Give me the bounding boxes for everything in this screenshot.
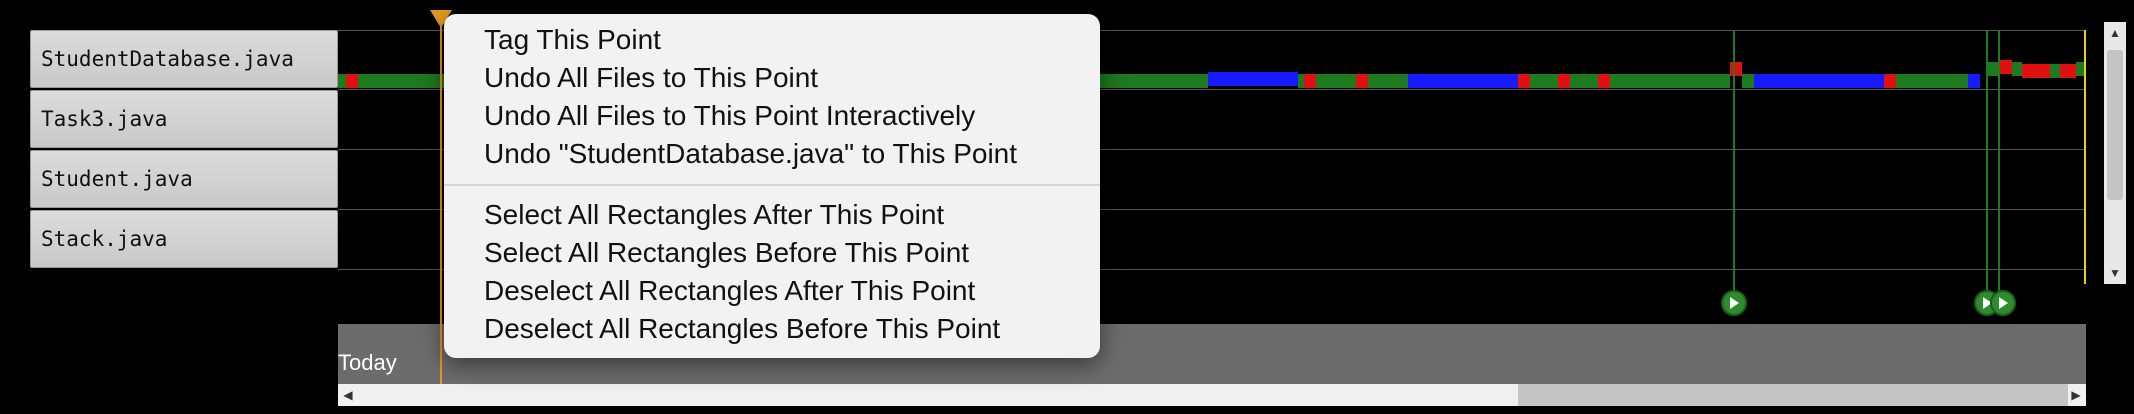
edit-rectangle[interactable] bbox=[1598, 74, 1610, 88]
edit-rectangle[interactable] bbox=[2022, 64, 2050, 78]
play-icon[interactable] bbox=[1990, 290, 2016, 316]
arrow-down-icon[interactable]: ▼ bbox=[2104, 262, 2126, 284]
edit-rectangle[interactable] bbox=[2060, 64, 2076, 78]
edit-rectangle[interactable] bbox=[1518, 74, 1530, 88]
scroll-thumb[interactable] bbox=[1518, 384, 2068, 406]
edit-rectangle[interactable] bbox=[2050, 64, 2060, 78]
tag-line bbox=[1986, 30, 1988, 310]
edit-rectangle[interactable] bbox=[1356, 74, 1368, 88]
menu-item-undo-file[interactable]: Undo "StudentDatabase.java" to This Poin… bbox=[484, 135, 1017, 173]
menu-item-tag-point[interactable]: Tag This Point bbox=[484, 21, 661, 59]
file-row-student[interactable]: Student.java bbox=[30, 150, 338, 208]
edit-rectangle[interactable] bbox=[346, 74, 358, 88]
arrow-up-icon[interactable]: ▲ bbox=[2104, 22, 2126, 44]
menu-item-undo-all-files[interactable]: Undo All Files to This Point bbox=[484, 59, 818, 97]
menu-item-select-after[interactable]: Select All Rectangles After This Point bbox=[484, 196, 944, 234]
edit-rectangle[interactable] bbox=[1998, 60, 2012, 74]
play-icon[interactable] bbox=[1721, 290, 1747, 316]
vertical-scrollbar[interactable]: ▲ ▼ bbox=[2104, 22, 2126, 284]
menu-item-undo-all-interactively[interactable]: Undo All Files to This Point Interactive… bbox=[484, 97, 975, 135]
edit-rectangle[interactable] bbox=[1316, 74, 1356, 88]
now-line bbox=[2084, 30, 2086, 284]
edit-rectangle[interactable] bbox=[1530, 74, 1558, 88]
file-row-task3[interactable]: Task3.java bbox=[30, 90, 338, 148]
edit-rectangle[interactable] bbox=[1408, 74, 1518, 88]
arrow-right-icon[interactable]: ▶ bbox=[2066, 384, 2086, 406]
edit-rectangle[interactable] bbox=[1754, 74, 1884, 88]
scroll-thumb[interactable] bbox=[2107, 50, 2123, 200]
horizontal-scrollbar[interactable]: ◀ ▶ bbox=[338, 384, 2086, 406]
edit-rectangle[interactable] bbox=[1742, 74, 1754, 88]
menu-item-deselect-before[interactable]: Deselect All Rectangles Before This Poin… bbox=[484, 310, 1000, 348]
edit-rectangle[interactable] bbox=[1570, 74, 1598, 88]
playback-cursor-line[interactable] bbox=[440, 18, 442, 384]
edit-rectangle[interactable] bbox=[2012, 62, 2022, 76]
edit-rectangle[interactable] bbox=[1730, 62, 1742, 76]
file-row-stack[interactable]: Stack.java bbox=[30, 210, 338, 268]
menu-separator bbox=[444, 184, 1100, 186]
edit-rectangle[interactable] bbox=[1558, 74, 1570, 88]
edit-rectangle[interactable] bbox=[1968, 74, 1980, 88]
edit-rectangle[interactable] bbox=[1884, 74, 1896, 88]
edit-rectangle[interactable] bbox=[1304, 74, 1316, 88]
edit-rectangle[interactable] bbox=[1610, 74, 1730, 88]
edit-rectangle[interactable] bbox=[1368, 74, 1408, 88]
today-label: Today bbox=[338, 350, 397, 375]
edit-rectangle[interactable] bbox=[358, 74, 448, 88]
context-menu: Tag This Point Undo All Files to This Po… bbox=[444, 14, 1100, 358]
tag-line bbox=[1733, 30, 1735, 310]
tag-line bbox=[1998, 30, 2000, 310]
arrow-left-icon[interactable]: ◀ bbox=[338, 384, 358, 406]
edit-rectangle[interactable] bbox=[338, 74, 346, 88]
edit-rectangle[interactable] bbox=[1098, 74, 1208, 88]
menu-item-select-before[interactable]: Select All Rectangles Before This Point bbox=[484, 234, 969, 272]
file-row-studentdatabase[interactable]: StudentDatabase.java bbox=[30, 30, 338, 88]
menu-item-deselect-after[interactable]: Deselect All Rectangles After This Point bbox=[484, 272, 975, 310]
edit-rectangle[interactable] bbox=[1896, 74, 1968, 88]
edit-rectangle[interactable] bbox=[1208, 72, 1298, 86]
file-list: StudentDatabase.java Task3.java Student.… bbox=[30, 30, 338, 284]
